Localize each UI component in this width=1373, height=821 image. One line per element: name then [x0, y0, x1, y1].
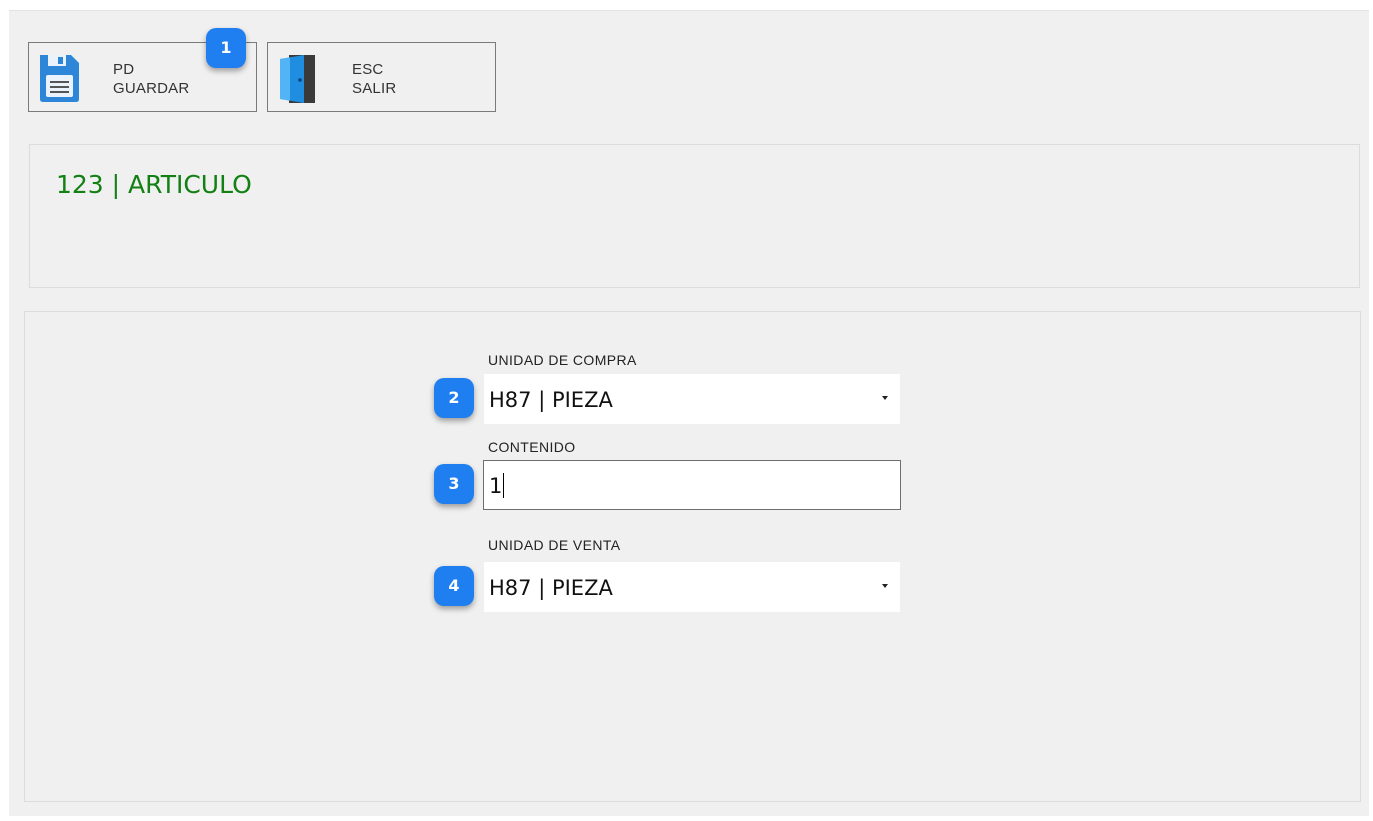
exit-label: SALIR	[352, 80, 397, 97]
item-title: 123 | ARTICULO	[56, 170, 252, 199]
annotation-badge-2: 2	[434, 378, 474, 418]
purchase-unit-label: UNIDAD DE COMPRA	[488, 352, 637, 368]
chevron-down-icon[interactable]	[882, 396, 888, 400]
annotation-badge-1: 1	[206, 28, 246, 68]
content-value: 1	[489, 473, 505, 498]
dialog-window: PD GUARDAR ESC SALIR 123 | ARTICULO UNID…	[9, 10, 1369, 816]
chevron-down-icon[interactable]	[882, 584, 888, 588]
content-label: CONTENIDO	[488, 439, 576, 455]
annotation-badge-4: 4	[434, 566, 474, 606]
exit-shortcut-key: ESC	[352, 61, 384, 78]
exit-button[interactable]: ESC SALIR	[267, 42, 496, 112]
door-exit-icon	[276, 49, 320, 105]
floppy-disk-icon	[37, 49, 81, 105]
item-header-panel: 123 | ARTICULO	[29, 144, 1360, 288]
content-input[interactable]: 1	[483, 460, 901, 510]
purchase-unit-select[interactable]: H87 | PIEZA	[484, 374, 900, 424]
annotation-badge-3: 3	[434, 464, 474, 504]
sale-unit-label: UNIDAD DE VENTA	[488, 537, 621, 553]
text-cursor	[503, 473, 505, 498]
sale-unit-select[interactable]: H87 | PIEZA	[484, 562, 900, 612]
save-label: GUARDAR	[113, 80, 190, 97]
save-shortcut-key: PD	[113, 61, 135, 78]
purchase-unit-value: H87 | PIEZA	[489, 388, 613, 412]
sale-unit-value: H87 | PIEZA	[489, 576, 613, 600]
